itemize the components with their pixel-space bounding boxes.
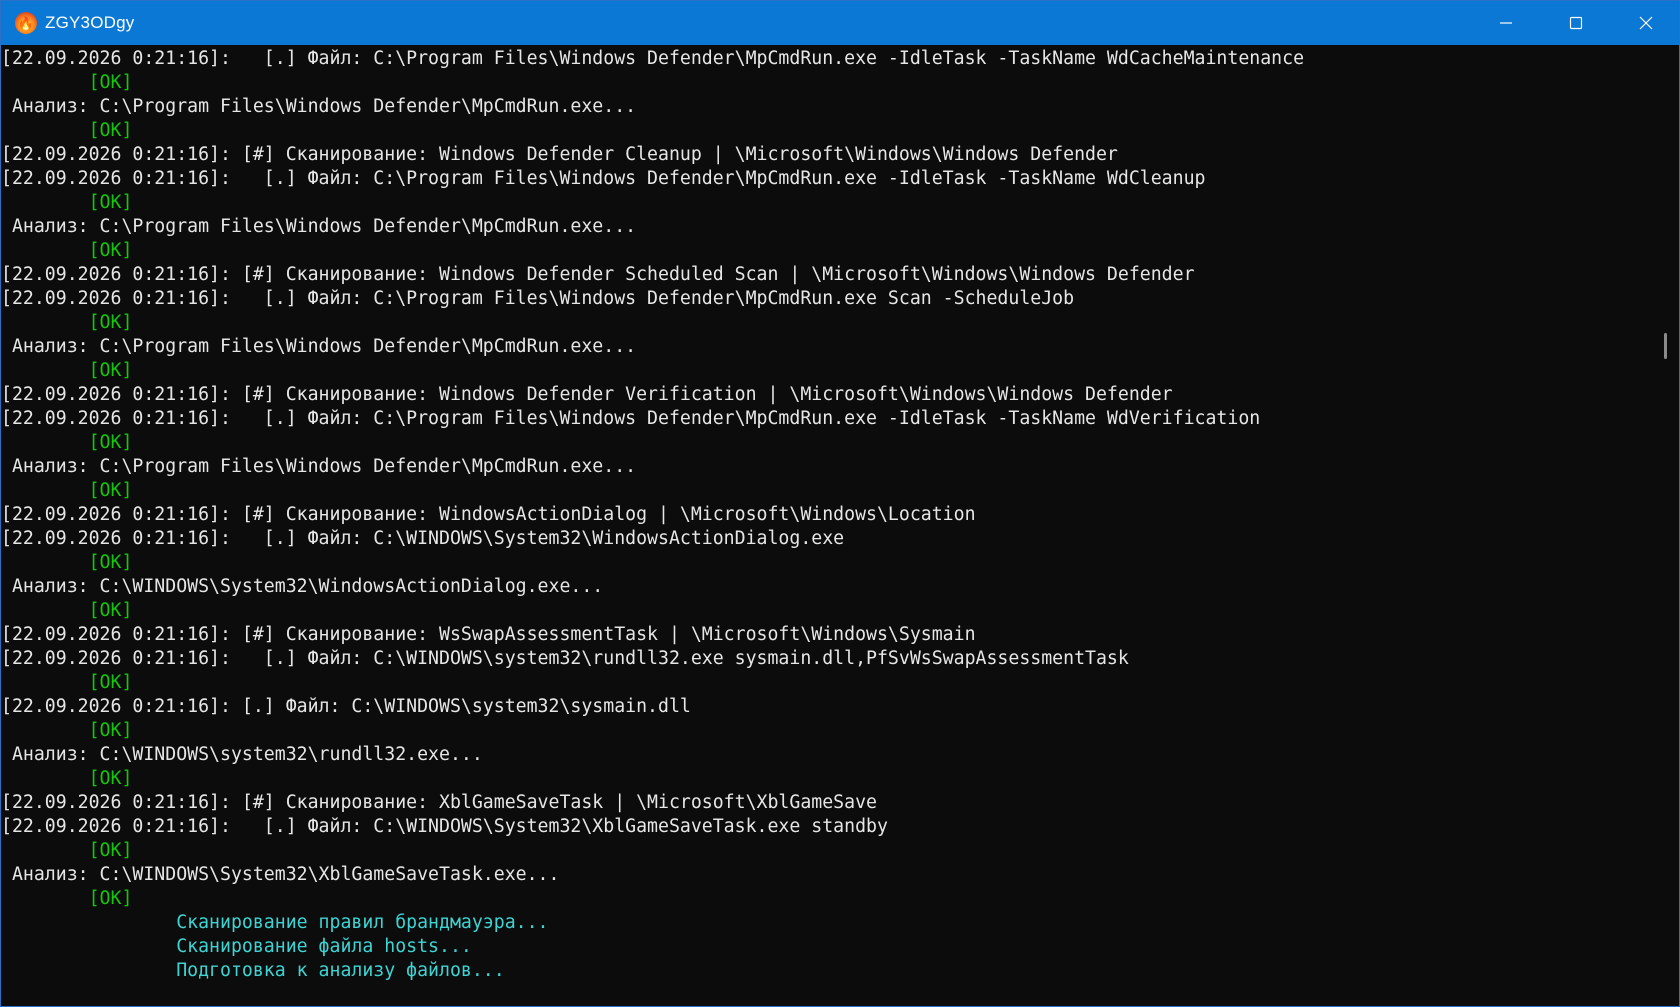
log-line: Анализ: C:\WINDOWS\System32\XblGameSaveT…: [1, 864, 560, 885]
close-button[interactable]: [1611, 1, 1679, 45]
log-line: [22.09.2026 0:21:16]: [#] Сканирование: …: [1, 624, 976, 645]
ok-status-line: [OK]: [1, 192, 133, 213]
log-line: [22.09.2026 0:21:16]: [.] Файл: C:\WINDO…: [1, 696, 691, 717]
log-line: Анализ: C:\Program Files\Windows Defende…: [1, 336, 637, 357]
log-line: [22.09.2026 0:21:16]: [#] Сканирование: …: [1, 264, 1195, 285]
log-line: Анализ: C:\WINDOWS\System32\WindowsActio…: [1, 576, 604, 597]
ok-status-line: [OK]: [1, 840, 133, 861]
log-line: Анализ: C:\WINDOWS\system32\rundll32.exe…: [1, 744, 483, 765]
title-bar[interactable]: 🔥 ZGY3ODgy: [1, 1, 1679, 45]
log-line: [22.09.2026 0:21:16]: [#] Сканирование: …: [1, 384, 1173, 405]
ok-status-line: [OK]: [1, 480, 133, 501]
log-line: [22.09.2026 0:21:16]: [#] Сканирование: …: [1, 504, 976, 525]
log-line: [22.09.2026 0:21:16]: [.] Файл: C:\Progr…: [1, 48, 1305, 69]
vertical-scrollbar[interactable]: [1653, 45, 1679, 1005]
log-line: [22.09.2026 0:21:16]: [.] Файл: C:\Progr…: [1, 288, 1075, 309]
ok-status-line: [OK]: [1, 120, 133, 141]
ok-status-line: [OK]: [1, 768, 133, 789]
log-line: [22.09.2026 0:21:16]: [#] Сканирование: …: [1, 144, 1118, 165]
maximize-button[interactable]: [1541, 1, 1611, 45]
maximize-icon: [1569, 16, 1583, 30]
info-line: Сканирование файла hosts...: [1, 936, 472, 957]
log-line: Анализ: C:\Program Files\Windows Defende…: [1, 456, 637, 477]
log-line: [22.09.2026 0:21:16]: [#] Сканирование: …: [1, 792, 877, 813]
log-line: [22.09.2026 0:21:16]: [.] Файл: C:\WINDO…: [1, 528, 845, 549]
log-line: Анализ: C:\Program Files\Windows Defende…: [1, 216, 637, 237]
ok-status-line: [OK]: [1, 720, 133, 741]
ok-status-line: [OK]: [1, 600, 133, 621]
ok-status-line: [OK]: [1, 432, 133, 453]
log-line: [22.09.2026 0:21:16]: [.] Файл: C:\Progr…: [1, 168, 1206, 189]
scrollbar-thumb[interactable]: [1664, 333, 1667, 359]
minimize-icon: [1500, 22, 1512, 24]
ok-status-line: [OK]: [1, 360, 133, 381]
ok-status-line: [OK]: [1, 312, 133, 333]
console-output[interactable]: [22.09.2026 0:21:16]: [.] Файл: C:\Progr…: [1, 45, 1653, 1006]
info-line: Подготовка к анализу файлов...: [1, 960, 505, 981]
console-window: 🔥 ZGY3ODgy [22.09.2026 0:21:16]: [.] Фай…: [0, 0, 1680, 1007]
log-line: Анализ: C:\Program Files\Windows Defende…: [1, 96, 637, 117]
close-icon: [1639, 16, 1653, 30]
ok-status-line: [OK]: [1, 672, 133, 693]
window-title: ZGY3ODgy: [45, 13, 135, 32]
minimize-button[interactable]: [1471, 1, 1541, 45]
log-line: [22.09.2026 0:21:16]: [.] Файл: C:\WINDO…: [1, 648, 1129, 669]
ok-status-line: [OK]: [1, 72, 133, 93]
log-line: [22.09.2026 0:21:16]: [.] Файл: C:\Progr…: [1, 408, 1261, 429]
flame-icon: 🔥: [15, 12, 37, 34]
ok-status-line: [OK]: [1, 888, 133, 909]
log-line: [22.09.2026 0:21:16]: [.] Файл: C:\WINDO…: [1, 816, 888, 837]
window-controls: [1471, 1, 1679, 45]
ok-status-line: [OK]: [1, 240, 133, 261]
ok-status-line: [OK]: [1, 552, 133, 573]
info-line: Сканирование правил брандмауэра...: [1, 912, 549, 933]
